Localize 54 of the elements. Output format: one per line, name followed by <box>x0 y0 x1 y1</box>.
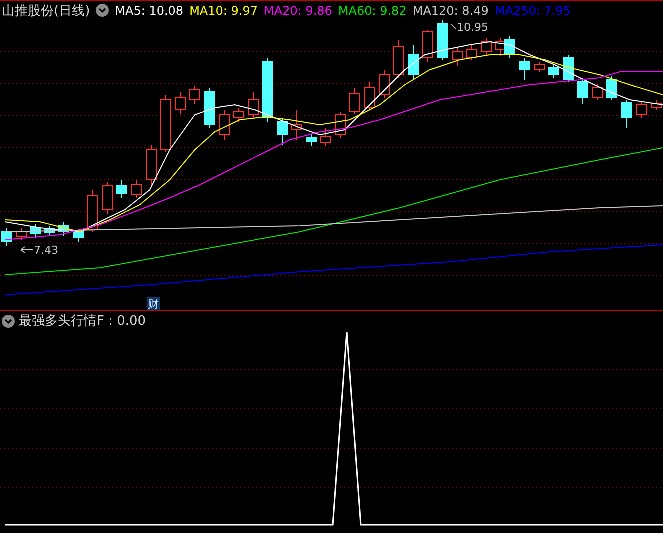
candlestick <box>636 102 648 118</box>
collapse-icon[interactable] <box>96 4 110 17</box>
candlestick <box>306 134 318 146</box>
moving-average-value: MA20: 9.86 <box>264 4 332 18</box>
candlestick <box>234 108 244 122</box>
candlestick <box>622 100 632 128</box>
candlestick <box>74 228 84 242</box>
candlestick <box>520 58 530 80</box>
moving-average-value: MA120: 8.49 <box>412 4 489 18</box>
candlestick <box>44 226 56 236</box>
candlestick <box>30 224 42 238</box>
candlestick <box>292 110 302 140</box>
candlestick <box>364 82 376 110</box>
candlestick <box>438 20 448 60</box>
candlestick <box>102 182 114 214</box>
candlestick <box>116 180 128 198</box>
candlestick <box>592 84 604 100</box>
collapse-icon[interactable] <box>2 314 15 328</box>
candlestick <box>248 92 260 118</box>
finance-badge[interactable]: 财 <box>147 297 160 310</box>
candlestick <box>2 228 12 246</box>
candlestick <box>278 118 288 146</box>
candlestick <box>564 54 574 82</box>
candlestick <box>466 44 478 60</box>
candlestick <box>160 94 172 152</box>
candlestick <box>146 144 158 186</box>
candlestick <box>16 228 28 240</box>
candlestick <box>320 128 332 146</box>
candlestick <box>132 180 142 198</box>
candlestick <box>262 58 274 122</box>
candlestick <box>534 62 546 72</box>
moving-average-value: MA5: 10.08 <box>115 4 184 18</box>
candlestick <box>548 64 560 78</box>
candlestick <box>504 36 516 58</box>
candlestick <box>482 38 492 56</box>
moving-average-value: MA10: 9.97 <box>190 4 258 18</box>
candlestick <box>422 30 434 62</box>
candlestick <box>204 88 216 128</box>
candlestick <box>394 40 404 78</box>
moving-average-value: MA60: 9.82 <box>338 4 407 18</box>
candlestick <box>88 190 98 232</box>
candlestick <box>380 70 390 98</box>
candlestick <box>190 86 200 104</box>
candlestick <box>408 44 420 80</box>
indicator-title: 最强多头行情F : 0.00 <box>19 313 146 330</box>
candlestick <box>220 110 230 140</box>
stock-title: 山推股份(日线) <box>2 2 90 20</box>
candlestick <box>176 92 186 114</box>
candlestick <box>350 88 360 114</box>
moving-average-value: MA250: 7.95 <box>494 4 571 18</box>
candlestick <box>452 48 464 66</box>
candlestick <box>58 222 70 236</box>
candlestick <box>578 78 588 104</box>
candlestick <box>606 76 618 100</box>
